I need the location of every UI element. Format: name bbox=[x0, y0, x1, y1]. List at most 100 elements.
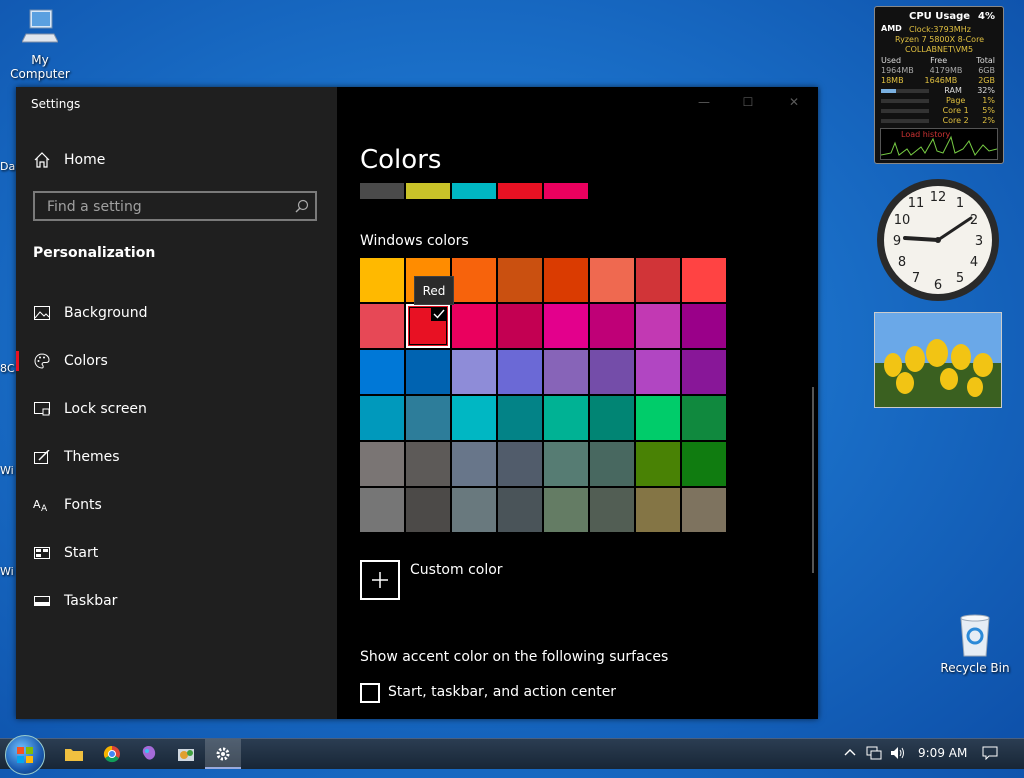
sidebar-item-background[interactable]: Background bbox=[16, 293, 337, 333]
settings-gear-icon[interactable] bbox=[211, 742, 235, 766]
color-swatch[interactable] bbox=[544, 396, 588, 440]
color-swatch[interactable] bbox=[544, 304, 588, 348]
color-swatch[interactable] bbox=[544, 350, 588, 394]
color-swatch[interactable] bbox=[636, 488, 680, 532]
minimize-button[interactable]: — bbox=[689, 95, 719, 113]
color-swatch-selected[interactable] bbox=[406, 304, 450, 348]
color-swatch[interactable] bbox=[406, 350, 450, 394]
desktop-icon-label: My Computer bbox=[10, 53, 70, 81]
color-swatch[interactable] bbox=[636, 258, 680, 302]
chrome-icon[interactable] bbox=[100, 742, 124, 766]
sidebar-item-fonts[interactable]: AA Fonts bbox=[16, 485, 337, 525]
color-swatch[interactable] bbox=[590, 396, 634, 440]
mem-row: 1964MB 4179MB 6GB bbox=[881, 66, 995, 75]
color-swatch[interactable] bbox=[682, 488, 726, 532]
sidebar-item-taskbar[interactable]: Taskbar bbox=[16, 581, 337, 621]
sidebar-item-start[interactable]: Start bbox=[16, 533, 337, 573]
slideshow-photo-gadget[interactable] bbox=[874, 312, 1002, 408]
mem-cell: 4179MB bbox=[929, 66, 963, 75]
mem-cell: 1646MB bbox=[924, 76, 958, 85]
color-swatch[interactable] bbox=[452, 350, 496, 394]
color-swatch[interactable] bbox=[682, 258, 726, 302]
desktop-edge-label: Da bbox=[0, 160, 16, 173]
color-swatch[interactable] bbox=[590, 350, 634, 394]
color-swatch[interactable] bbox=[682, 396, 726, 440]
chevron-up-icon[interactable] bbox=[844, 746, 856, 760]
volume-icon[interactable] bbox=[890, 746, 906, 763]
color-swatch[interactable] bbox=[544, 442, 588, 486]
analog-clock-gadget[interactable]: 12 12 345 678 91011 bbox=[875, 177, 1001, 303]
sidebar-item-lock-screen[interactable]: Lock screen bbox=[16, 389, 337, 429]
network-icon[interactable] bbox=[866, 746, 882, 763]
color-swatch[interactable] bbox=[636, 396, 680, 440]
mem-header: Used bbox=[881, 56, 902, 65]
color-swatch[interactable] bbox=[360, 350, 404, 394]
start-taskbar-checkbox[interactable] bbox=[360, 683, 380, 703]
desktop-icon-recycle-bin[interactable]: Recycle Bin bbox=[940, 612, 1010, 675]
color-swatch[interactable] bbox=[498, 258, 542, 302]
custom-color-button[interactable] bbox=[360, 560, 400, 600]
color-swatch[interactable] bbox=[636, 304, 680, 348]
color-swatch[interactable] bbox=[498, 350, 542, 394]
color-swatch[interactable] bbox=[498, 396, 542, 440]
color-swatch[interactable] bbox=[452, 442, 496, 486]
color-swatch[interactable] bbox=[452, 258, 496, 302]
color-swatch[interactable] bbox=[544, 258, 588, 302]
color-swatch[interactable] bbox=[682, 304, 726, 348]
sidebar-item-colors[interactable]: Colors bbox=[16, 341, 337, 381]
nav-home[interactable]: Home bbox=[16, 140, 337, 180]
color-swatch[interactable] bbox=[452, 396, 496, 440]
search-box[interactable] bbox=[33, 191, 317, 221]
clock-time[interactable]: 9:09 AM bbox=[918, 746, 967, 760]
maximize-button[interactable]: ☐ bbox=[733, 95, 763, 113]
color-swatch[interactable] bbox=[498, 304, 542, 348]
color-swatch[interactable] bbox=[452, 304, 496, 348]
paint-icon[interactable] bbox=[137, 742, 161, 766]
color-swatch[interactable] bbox=[360, 396, 404, 440]
recent-color-swatch[interactable] bbox=[544, 183, 588, 199]
recent-color-swatch[interactable] bbox=[452, 183, 496, 199]
checkbox-label[interactable]: Start, taskbar, and action center bbox=[388, 684, 616, 700]
cpu-clock: Clock:3793MHz bbox=[909, 25, 971, 34]
color-swatch[interactable] bbox=[498, 442, 542, 486]
color-swatch[interactable] bbox=[636, 442, 680, 486]
recent-color-swatch[interactable] bbox=[406, 183, 450, 199]
color-swatch[interactable] bbox=[360, 304, 404, 348]
search-input[interactable] bbox=[45, 197, 289, 217]
color-swatch[interactable] bbox=[590, 258, 634, 302]
file-explorer-icon[interactable] bbox=[62, 742, 86, 766]
color-swatch[interactable] bbox=[590, 488, 634, 532]
color-swatch[interactable] bbox=[360, 488, 404, 532]
color-swatch[interactable] bbox=[682, 350, 726, 394]
svg-text:11: 11 bbox=[908, 196, 925, 211]
svg-text:2: 2 bbox=[970, 213, 978, 228]
color-tooltip: Red bbox=[414, 276, 454, 305]
close-button[interactable]: ✕ bbox=[779, 95, 809, 113]
recent-color-swatch[interactable] bbox=[498, 183, 542, 199]
cpu-usage-gadget[interactable]: AMD CPU Usage 4% Clock:3793MHz Ryzen 7 5… bbox=[874, 6, 1004, 164]
svg-text:12: 12 bbox=[930, 190, 947, 205]
color-swatch[interactable] bbox=[590, 304, 634, 348]
sidebar-item-themes[interactable]: Themes bbox=[16, 437, 337, 477]
color-swatch[interactable] bbox=[360, 258, 404, 302]
color-swatch[interactable] bbox=[498, 488, 542, 532]
sidebar-item-label: Themes bbox=[64, 449, 120, 465]
custom-color-label[interactable]: Custom color bbox=[410, 562, 503, 578]
color-swatch[interactable] bbox=[636, 350, 680, 394]
settings-window[interactable]: Settings Home Personalization Background bbox=[16, 87, 818, 719]
color-swatch[interactable] bbox=[544, 488, 588, 532]
color-swatch[interactable] bbox=[452, 488, 496, 532]
scrollbar[interactable] bbox=[812, 387, 814, 573]
color-swatch[interactable] bbox=[590, 442, 634, 486]
color-swatch[interactable] bbox=[360, 442, 404, 486]
recent-color-swatch[interactable] bbox=[360, 183, 404, 199]
desktop-icon-my-computer[interactable]: My Computer bbox=[0, 8, 80, 81]
color-swatch[interactable] bbox=[406, 488, 450, 532]
control-panel-icon[interactable] bbox=[174, 742, 198, 766]
notification-icon[interactable] bbox=[982, 746, 998, 763]
start-button[interactable] bbox=[5, 735, 45, 775]
color-swatch[interactable] bbox=[682, 442, 726, 486]
color-swatch[interactable] bbox=[406, 396, 450, 440]
color-swatch[interactable] bbox=[406, 442, 450, 486]
search-icon[interactable] bbox=[295, 198, 309, 217]
